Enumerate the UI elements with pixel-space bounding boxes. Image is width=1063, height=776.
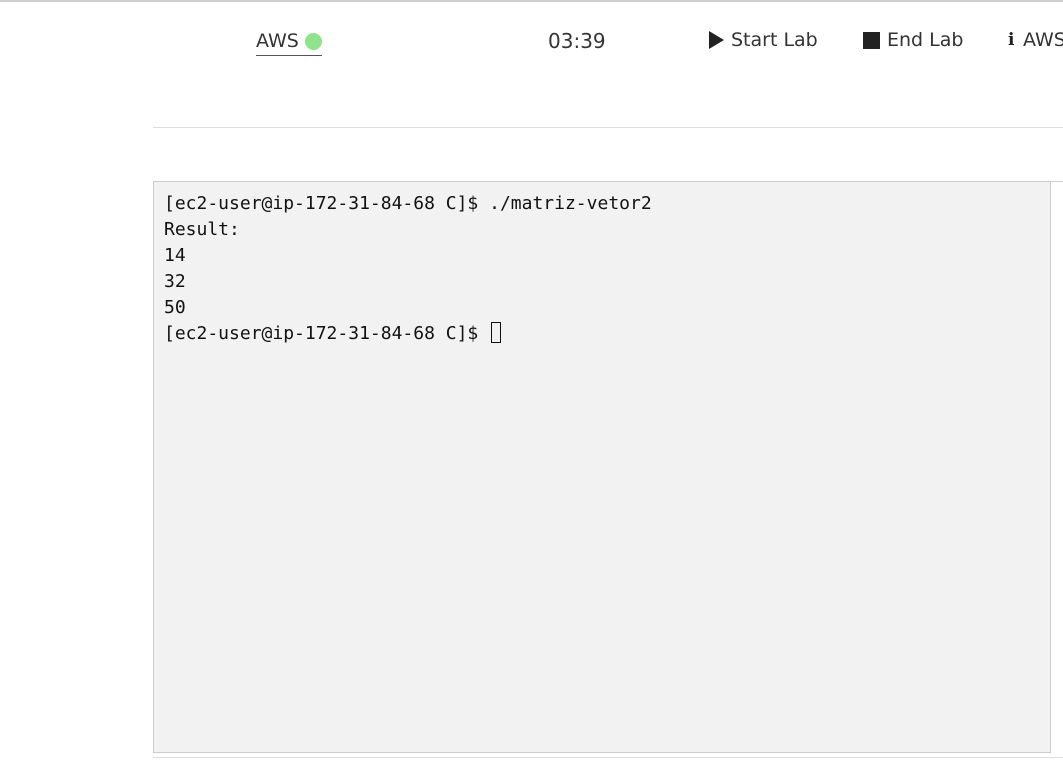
aws-link-label: AWS: [256, 30, 299, 52]
stop-icon: [863, 31, 880, 49]
end-lab-button[interactable]: End Lab: [863, 29, 963, 51]
toolbar-divider: [153, 127, 1063, 128]
session-timer: 03:39: [548, 29, 606, 53]
play-icon: [709, 31, 724, 49]
terminal-line: [ec2-user@ip-172-31-84-68 C]$ ./matriz-v…: [164, 193, 652, 214]
terminal-scrollbar[interactable]: [1051, 181, 1063, 753]
aws-console-link[interactable]: AWS: [256, 28, 322, 56]
terminal-line: 32: [164, 271, 186, 292]
terminal-line: Result:: [164, 219, 240, 240]
terminal-window[interactable]: [ec2-user@ip-172-31-84-68 C]$ ./matriz-v…: [153, 181, 1051, 753]
terminal-line: 50: [164, 297, 186, 318]
aws-details-button[interactable]: i AWS: [1008, 29, 1063, 51]
terminal-line: 14: [164, 245, 186, 266]
terminal-prompt-line: [ec2-user@ip-172-31-84-68 C]$: [164, 321, 1040, 347]
lab-toolbar: AWS 03:39 Start Lab End Lab i AWS: [0, 2, 1063, 80]
aws-details-label: AWS: [1023, 29, 1063, 51]
end-lab-label: End Lab: [887, 29, 964, 51]
terminal-prompt: [ec2-user@ip-172-31-84-68 C]$: [164, 323, 490, 344]
status-dot-icon: [304, 32, 322, 50]
terminal-cursor: [491, 322, 502, 343]
bottom-divider: [153, 757, 1063, 758]
start-lab-label: Start Lab: [731, 29, 818, 51]
info-icon: i: [1008, 30, 1015, 50]
start-lab-button[interactable]: Start Lab: [709, 29, 818, 51]
